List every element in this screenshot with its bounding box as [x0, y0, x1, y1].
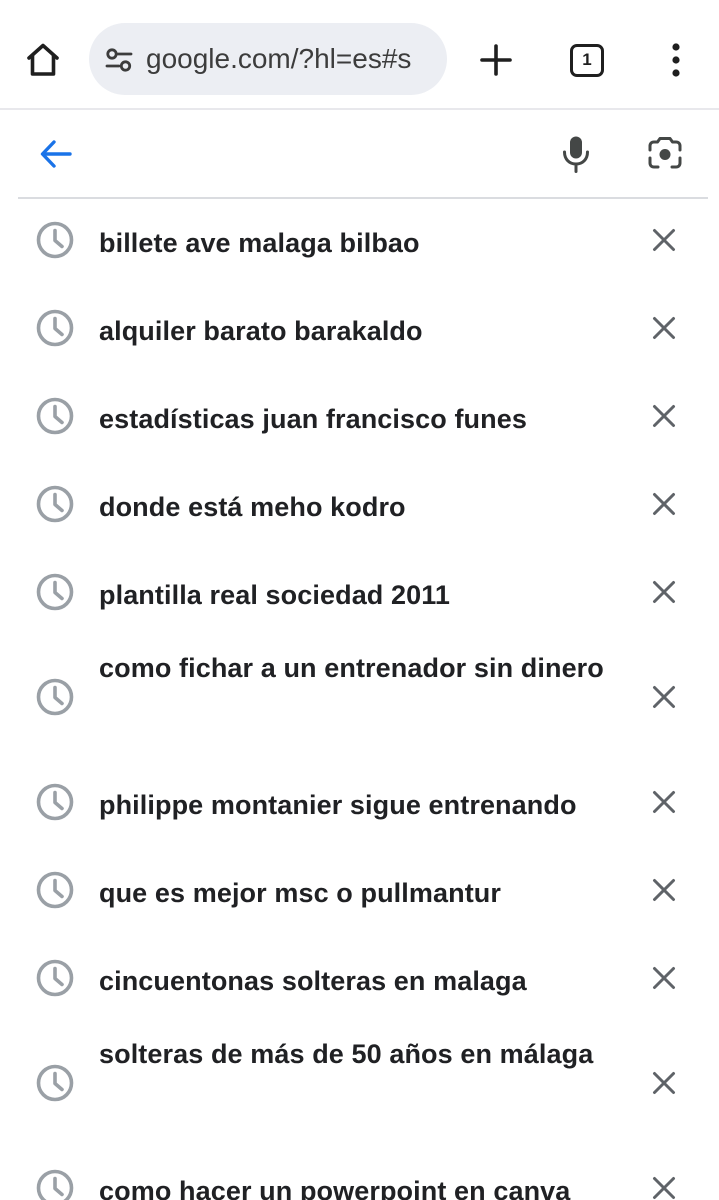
home-button[interactable]	[20, 37, 66, 83]
remove-suggestion-button[interactable]	[642, 1061, 686, 1105]
camera-lens-icon	[648, 137, 682, 169]
suggestion-row[interactable]: philippe montanier sigue entrenando	[0, 762, 719, 850]
history-icon	[36, 871, 74, 909]
close-icon	[653, 791, 675, 813]
suggestion-text: philippe montanier sigue entrenando	[99, 790, 577, 820]
lens-search-button[interactable]	[642, 132, 688, 176]
tab-switcher-button[interactable]: 1	[566, 39, 608, 81]
history-icon	[36, 397, 74, 435]
new-tab-button[interactable]	[472, 36, 520, 84]
remove-suggestion-button[interactable]	[642, 956, 686, 1000]
close-icon	[653, 229, 675, 251]
suggestion-row[interactable]: alquiler barato barakaldo	[0, 288, 719, 376]
history-icon	[36, 783, 74, 821]
history-icon	[36, 959, 74, 997]
remove-suggestion-button[interactable]	[642, 675, 686, 719]
remove-suggestion-button[interactable]	[642, 306, 686, 350]
search-bar	[18, 112, 708, 199]
suggestion-row[interactable]: como fichar a un entrenador sin dinero	[0, 640, 719, 762]
address-bar[interactable]: google.com/?hl=es#s	[89, 23, 447, 95]
history-icon	[36, 678, 74, 716]
suggestion-row[interactable]: que es mejor msc o pullmantur	[0, 850, 719, 938]
close-icon	[653, 405, 675, 427]
suggestion-text: donde está meho kodro	[99, 492, 406, 522]
browser-toolbar: google.com/?hl=es#s 1	[0, 0, 719, 110]
remove-suggestion-button[interactable]	[642, 394, 686, 438]
suggestion-row[interactable]: estadísticas juan francisco funes	[0, 376, 719, 464]
suggestion-text: plantilla real sociedad 2011	[99, 580, 450, 610]
history-icon	[36, 309, 74, 347]
suggestion-text: cincuentonas solteras en malaga	[99, 966, 527, 996]
remove-suggestion-button[interactable]	[642, 1166, 686, 1200]
tab-switcher-icon: 1	[570, 43, 604, 77]
menu-button[interactable]	[658, 36, 694, 84]
history-icon	[36, 1064, 74, 1102]
tab-count: 1	[582, 50, 592, 69]
close-icon	[653, 317, 675, 339]
close-icon	[653, 686, 675, 708]
remove-suggestion-button[interactable]	[642, 570, 686, 614]
suggestion-row[interactable]: billete ave malaga bilbao	[0, 200, 719, 288]
mic-icon	[563, 136, 589, 173]
search-input[interactable]	[98, 132, 538, 176]
remove-suggestion-button[interactable]	[642, 482, 686, 526]
tune-icon[interactable]	[105, 47, 133, 73]
close-icon	[653, 1177, 675, 1199]
history-icon	[36, 573, 74, 611]
close-icon	[653, 493, 675, 515]
suggestion-text: estadísticas juan francisco funes	[99, 404, 527, 434]
history-icon	[36, 485, 74, 523]
suggestion-row[interactable]: solteras de más de 50 años en málaga	[0, 1026, 719, 1148]
arrow-left-icon	[40, 140, 72, 168]
suggestion-text: solteras de más de 50 años en málaga	[99, 1039, 594, 1069]
home-icon	[27, 43, 59, 76]
history-icon	[36, 221, 74, 259]
remove-suggestion-button[interactable]	[642, 218, 686, 262]
plus-icon	[480, 44, 512, 76]
close-icon	[653, 879, 675, 901]
suggestion-row[interactable]: como hacer un powerpoint en canva	[0, 1148, 719, 1200]
history-icon	[36, 1169, 74, 1200]
suggestion-text: billete ave malaga bilbao	[99, 228, 420, 258]
remove-suggestion-button[interactable]	[642, 780, 686, 824]
back-button[interactable]	[36, 132, 76, 176]
url-text[interactable]: google.com/?hl=es#s	[146, 42, 446, 76]
voice-search-button[interactable]	[556, 132, 596, 176]
suggestion-row[interactable]: donde está meho kodro	[0, 464, 719, 552]
suggestion-text: como hacer un powerpoint en canva	[99, 1176, 571, 1200]
close-icon	[653, 581, 675, 603]
suggestion-text: como fichar a un entrenador sin dinero	[99, 653, 604, 683]
more-vert-icon	[672, 43, 680, 77]
suggestion-row[interactable]: plantilla real sociedad 2011	[0, 552, 719, 640]
suggestion-text: alquiler barato barakaldo	[99, 316, 423, 346]
suggestion-row[interactable]: cincuentonas solteras en malaga	[0, 938, 719, 1026]
remove-suggestion-button[interactable]	[642, 868, 686, 912]
close-icon	[653, 1072, 675, 1094]
close-icon	[653, 967, 675, 989]
suggestion-text: que es mejor msc o pullmantur	[99, 878, 501, 908]
